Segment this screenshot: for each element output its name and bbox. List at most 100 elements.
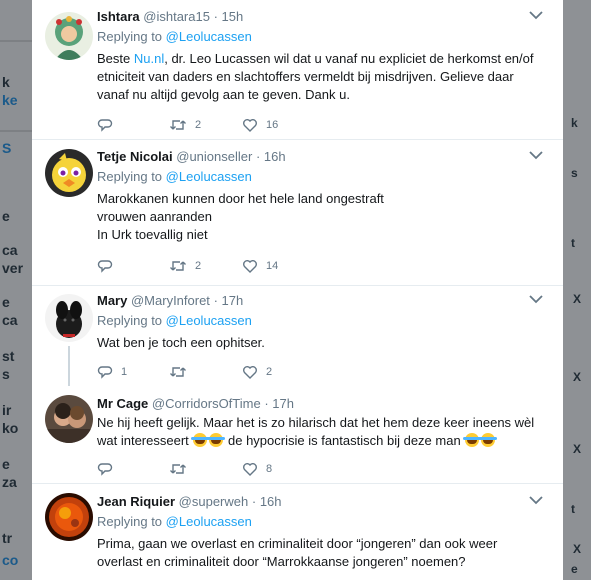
timestamp[interactable]: 15h — [222, 9, 244, 24]
replying-to: Replying to @Leolucassen — [97, 313, 252, 328]
mention-link[interactable]: @Leolucassen — [166, 313, 252, 328]
avatar[interactable] — [45, 395, 93, 443]
tweet-actions: 2 16 — [97, 116, 397, 134]
background-text: st — [2, 348, 15, 364]
chevron-down-icon[interactable] — [529, 10, 543, 20]
thread-connector — [68, 346, 70, 386]
like-count: 14 — [266, 260, 279, 272]
background-text: X — [573, 442, 582, 456]
tears-of-joy-emoji-icon — [463, 433, 482, 447]
reply-tweet[interactable]: Mr Cage @CorridorsOfTime · 17h Ne hij he… — [32, 386, 563, 484]
background-left-strip: k ke S e ca ver e ca st s ir ko e za tr … — [0, 0, 32, 580]
user-handle[interactable]: @ishtara15 — [143, 9, 210, 24]
background-text: X — [573, 370, 582, 384]
background-divider — [0, 130, 32, 132]
timestamp[interactable]: 16h — [264, 149, 286, 164]
retweet-button[interactable] — [169, 460, 187, 478]
like-button[interactable]: 8 — [242, 460, 272, 478]
tears-of-joy-emoji-icon — [207, 433, 226, 447]
background-text: tr — [2, 530, 13, 546]
background-text: ver — [2, 260, 24, 276]
replying-to: Replying to @Leolucassen — [97, 514, 252, 529]
background-text: e — [2, 294, 10, 310]
replying-to: Replying to @Leolucassen — [97, 29, 252, 44]
timestamp[interactable]: 16h — [260, 494, 282, 509]
mention-link[interactable]: @Leolucassen — [166, 169, 252, 184]
chevron-down-icon[interactable] — [529, 150, 543, 160]
user-name[interactable]: Ishtara — [97, 9, 140, 24]
chevron-down-icon[interactable] — [529, 294, 543, 304]
background-text: X — [573, 292, 582, 306]
retweet-icon — [170, 367, 186, 377]
background-text: ir — [2, 402, 12, 418]
like-button[interactable]: 14 — [242, 257, 278, 275]
user-handle[interactable]: @unionseller — [176, 149, 252, 164]
tweet-actions: 8 — [97, 460, 397, 478]
mention-link[interactable]: @Leolucassen — [166, 29, 252, 44]
retweet-button[interactable]: 2 — [169, 257, 201, 275]
retweet-count: 2 — [195, 260, 202, 272]
tweet-actions: 2 14 — [97, 257, 397, 275]
tweet-header: Ishtara @ishtara15 · 15h — [97, 9, 244, 24]
reply-tweet[interactable]: Jean Riquier @superweh · 16h Replying to… — [32, 484, 563, 580]
timestamp[interactable]: 17h — [272, 396, 294, 411]
like-count: 16 — [266, 119, 279, 131]
background-text: ko — [2, 420, 19, 436]
like-count: 8 — [266, 463, 273, 475]
user-handle[interactable]: @superweh — [179, 494, 249, 509]
tears-of-joy-emoji-icon — [479, 433, 498, 447]
mention-link[interactable]: @Leolucassen — [166, 514, 252, 529]
reply-tweet[interactable]: Ishtara @ishtara15 · 15h Replying to @Le… — [32, 0, 563, 140]
reply-button[interactable] — [97, 116, 113, 134]
like-button[interactable]: 2 — [242, 363, 272, 381]
tweet-text: Beste Nu.nl, dr. Leo Lucassen wil dat u … — [97, 51, 534, 102]
background-text: ca — [2, 312, 18, 328]
background-text: t — [571, 236, 575, 250]
avatar[interactable] — [45, 12, 93, 60]
timestamp[interactable]: 17h — [222, 293, 244, 308]
reply-icon — [97, 119, 113, 132]
reply-icon — [97, 366, 113, 379]
background-text: ca — [2, 242, 18, 258]
background-text: s — [571, 166, 578, 180]
background-right-strip: k s t X X X t X e — [563, 0, 591, 580]
tweet-header: Mary @MaryInforet · 17h — [97, 293, 244, 308]
avatar[interactable] — [45, 294, 93, 342]
user-name[interactable]: Tetje Nicolai — [97, 149, 173, 164]
tweet-header: Mr Cage @CorridorsOfTime · 17h — [97, 396, 294, 411]
avatar[interactable] — [45, 149, 93, 197]
user-handle[interactable]: @CorridorsOfTime — [152, 396, 261, 411]
tweet-text: Ne hij heeft gelijk. Maar het is zo hila… — [97, 415, 535, 448]
background-text: k — [2, 74, 10, 90]
retweet-button[interactable]: 2 — [169, 116, 201, 134]
replying-to: Replying to @Leolucassen — [97, 169, 252, 184]
like-button[interactable]: 16 — [242, 116, 278, 134]
avatar[interactable] — [45, 493, 93, 541]
user-name[interactable]: Jean Riquier — [97, 494, 175, 509]
tears-of-joy-emoji-icon — [191, 433, 210, 447]
tweet-text: Prima, gaan we overlast en criminaliteit… — [97, 536, 498, 569]
background-text: za — [2, 474, 17, 490]
like-icon — [243, 260, 257, 273]
background-divider — [0, 40, 32, 42]
tweet-link[interactable]: Nu.nl — [134, 51, 164, 66]
reply-tweet[interactable]: Tetje Nicolai @unionseller · 16h Replyin… — [32, 140, 563, 286]
background-text: ke — [2, 92, 18, 108]
user-name[interactable]: Mr Cage — [97, 396, 148, 411]
retweet-icon — [170, 464, 186, 474]
reply-button[interactable] — [97, 460, 113, 478]
background-text: s — [2, 366, 10, 382]
reply-button[interactable]: 1 — [97, 363, 127, 381]
retweet-button[interactable] — [169, 363, 187, 381]
user-handle[interactable]: @MaryInforet — [131, 293, 210, 308]
reply-tweet[interactable]: Mary @MaryInforet · 17h Replying to @Leo… — [32, 286, 563, 386]
background-text: X — [573, 542, 582, 556]
like-icon — [243, 463, 257, 476]
background-text: t — [571, 502, 575, 516]
user-name[interactable]: Mary — [97, 293, 127, 308]
retweet-count: 2 — [195, 119, 202, 131]
chevron-down-icon[interactable] — [529, 495, 543, 505]
like-count: 2 — [266, 366, 273, 378]
background-text: k — [571, 116, 578, 130]
reply-button[interactable] — [97, 257, 113, 275]
